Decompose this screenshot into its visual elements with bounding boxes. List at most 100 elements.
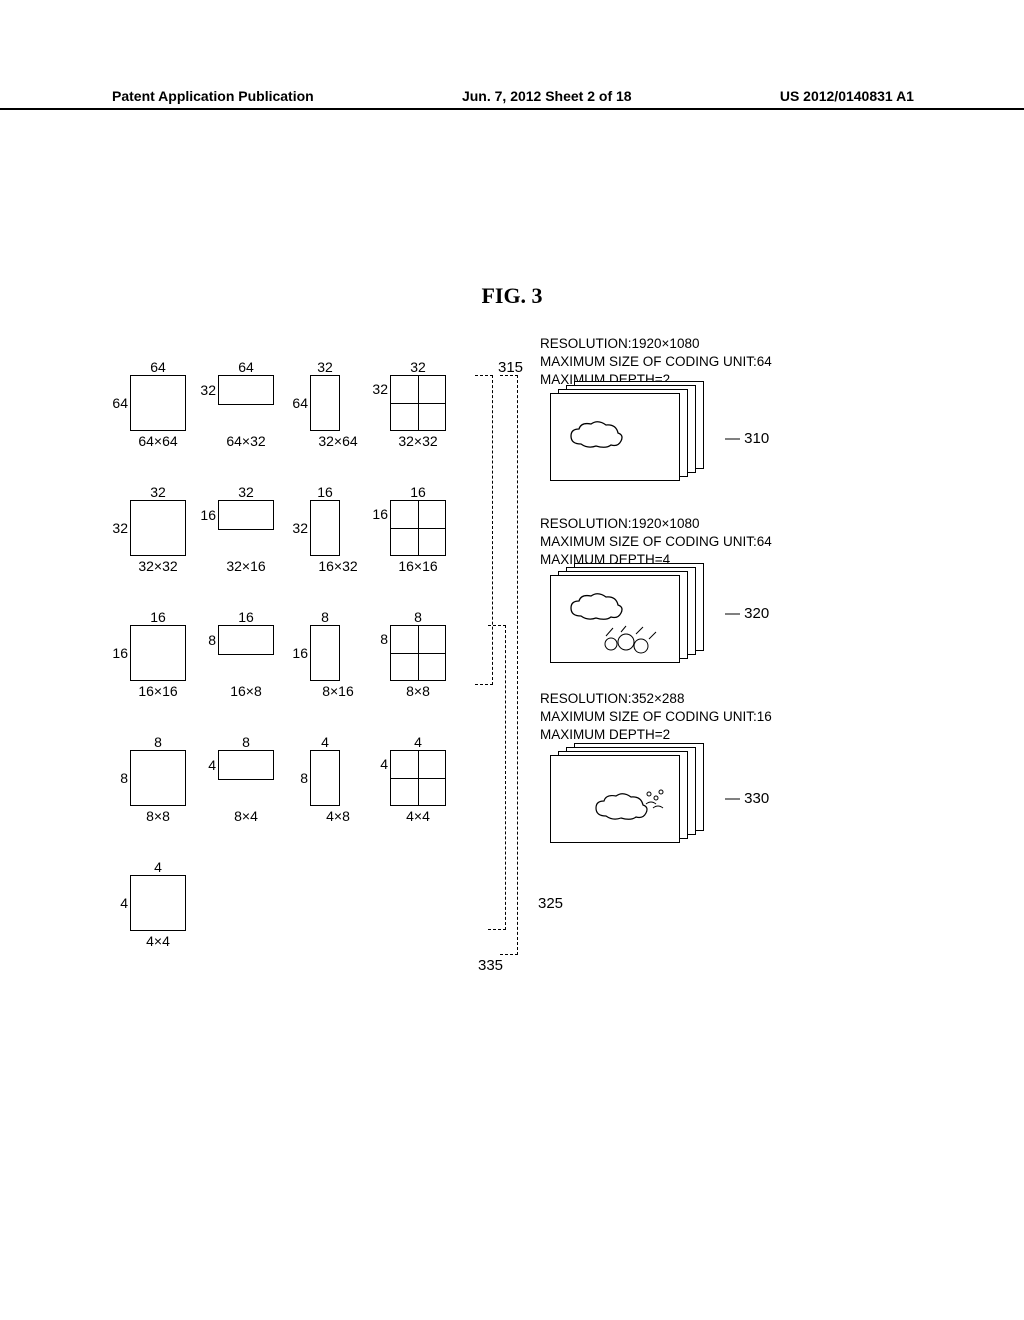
ref-315: 315 xyxy=(498,359,523,376)
cell-bottom-label: 8×8 xyxy=(130,808,186,824)
cell-16x16: 16 16 16×16 xyxy=(390,500,446,556)
info-block-3: RESOLUTION:352×288 MAXIMUM SIZE OF CODIN… xyxy=(540,690,772,745)
cell-left-label: 4 xyxy=(368,756,388,772)
cell-4x4: 4 4 4×4 xyxy=(390,750,446,806)
cell-left-label: 8 xyxy=(368,631,388,647)
cell-bottom-label: 8×4 xyxy=(218,808,274,824)
cell-left-label: 32 xyxy=(108,520,128,536)
info-line: MAXIMUM DEPTH=2 xyxy=(540,726,772,744)
cell-top-label: 16 xyxy=(390,484,446,500)
cell-top-label: 4 xyxy=(310,734,340,750)
page-header: Patent Application Publication Jun. 7, 2… xyxy=(0,88,1024,110)
cell-left-label: 16 xyxy=(288,645,308,661)
cell-top-label: 32 xyxy=(130,484,186,500)
cell-bottom-label: 16×8 xyxy=(218,683,274,699)
info-line: MAXIMUM SIZE OF CODING UNIT:16 xyxy=(540,708,772,726)
cell-4x8: 4 8 4×8 xyxy=(310,750,366,806)
cell-left-label: 16 xyxy=(108,645,128,661)
cell-top-label: 32 xyxy=(390,359,446,375)
box-icon xyxy=(218,500,274,530)
cell-4x4: 4 4 4×4 xyxy=(130,875,186,931)
ref-320: — 320 xyxy=(725,605,769,622)
box-icon xyxy=(310,750,340,806)
cell-bottom-label: 32×64 xyxy=(310,433,366,449)
header-left: Patent Application Publication xyxy=(112,88,314,104)
box-icon xyxy=(310,625,340,681)
cell-left-label: 32 xyxy=(196,382,216,398)
box-icon xyxy=(218,750,274,780)
info-line: RESOLUTION:1920×1080 xyxy=(540,515,772,533)
cell-bottom-label: 4×8 xyxy=(310,808,366,824)
cell-left-label: 8 xyxy=(288,770,308,786)
info-block-2: RESOLUTION:1920×1080 MAXIMUM SIZE OF COD… xyxy=(540,515,772,570)
cell-8x16: 8 16 8×16 xyxy=(310,625,366,681)
cell-32x32: 32 32 32×32 xyxy=(390,375,446,431)
cell-left-label: 32 xyxy=(288,520,308,536)
bracket-335-icon xyxy=(500,375,518,955)
cell-left-label: 64 xyxy=(288,395,308,411)
info-line: RESOLUTION:352×288 xyxy=(540,690,772,708)
ref-335: 335 xyxy=(478,957,503,974)
box-split-icon xyxy=(390,375,446,431)
cell-left-label: 4 xyxy=(196,757,216,773)
box-icon xyxy=(310,500,340,556)
box-icon xyxy=(218,625,274,655)
cell-left-label: 4 xyxy=(108,895,128,911)
cell-64x64: 64 64 64×64 xyxy=(130,375,186,431)
ref-310: — 310 xyxy=(725,430,769,447)
cell-top-label: 8 xyxy=(390,609,446,625)
box-icon xyxy=(130,500,186,556)
cell-16x8: 16 8 16×8 xyxy=(218,625,274,681)
figure-title: FIG. 3 xyxy=(0,283,1024,309)
box-icon xyxy=(130,625,186,681)
cell-bottom-label: 16×16 xyxy=(130,683,186,699)
cell-8x4: 8 4 8×4 xyxy=(218,750,274,806)
cell-top-label: 8 xyxy=(310,609,340,625)
cell-left-label: 64 xyxy=(108,395,128,411)
cell-bottom-label: 16×32 xyxy=(310,558,366,574)
box-split-icon xyxy=(390,625,446,681)
box-icon xyxy=(130,750,186,806)
image-stack-330 xyxy=(550,755,700,855)
ref-325: 325 xyxy=(538,895,563,912)
info-line: MAXIMUM SIZE OF CODING UNIT:64 xyxy=(540,353,772,371)
cell-left-label: 32 xyxy=(368,381,388,397)
cell-top-label: 32 xyxy=(218,484,274,500)
detail-icon xyxy=(601,624,661,659)
cell-bottom-label: 32×32 xyxy=(390,433,446,449)
cell-32x64: 32 64 32×64 xyxy=(310,375,366,431)
cell-bottom-label: 8×16 xyxy=(310,683,366,699)
cell-16x16: 16 16 16×16 xyxy=(130,625,186,681)
cell-top-label: 16 xyxy=(130,609,186,625)
cloud-icon xyxy=(566,419,626,449)
header-center: Jun. 7, 2012 Sheet 2 of 18 xyxy=(462,88,632,104)
cell-8x8: 8 8 8×8 xyxy=(130,750,186,806)
cell-left-label: 8 xyxy=(108,770,128,786)
cell-32x16: 32 16 32×16 xyxy=(218,500,274,556)
cell-32x32: 32 32 32×32 xyxy=(130,500,186,556)
image-stack-320 xyxy=(550,575,700,675)
frame-icon xyxy=(550,393,680,481)
cell-bottom-label: 64×32 xyxy=(218,433,274,449)
cell-16x32: 16 32 16×32 xyxy=(310,500,366,556)
info-line: MAXIMUM SIZE OF CODING UNIT:64 xyxy=(540,533,772,551)
cell-bottom-label: 4×4 xyxy=(390,808,446,824)
cell-left-label: 16 xyxy=(196,507,216,523)
cell-top-label: 8 xyxy=(130,734,186,750)
info-line: RESOLUTION:1920×1080 xyxy=(540,335,772,353)
frame-icon xyxy=(550,575,680,663)
cell-8x8: 8 8 8×8 xyxy=(390,625,446,681)
cloud-icon xyxy=(566,591,626,621)
box-icon xyxy=(218,375,274,405)
ref-330: — 330 xyxy=(725,790,769,807)
cell-bottom-label: 32×16 xyxy=(218,558,274,574)
cell-top-label: 8 xyxy=(218,734,274,750)
cell-top-label: 64 xyxy=(218,359,274,375)
cell-bottom-label: 4×4 xyxy=(130,933,186,949)
cell-top-label: 32 xyxy=(310,359,340,375)
box-split-icon xyxy=(390,750,446,806)
box-split-icon xyxy=(390,500,446,556)
figure-diagram: 64 64 64×64 64 32 64×32 32 64 32×64 32 3… xyxy=(130,345,920,1025)
cell-left-label: 16 xyxy=(368,506,388,522)
header-right: US 2012/0140831 A1 xyxy=(780,88,914,104)
